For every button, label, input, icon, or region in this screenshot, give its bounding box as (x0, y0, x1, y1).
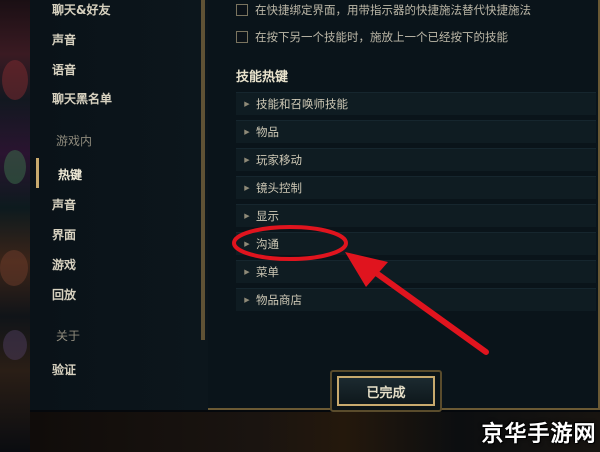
sidebar-item-hotkeys[interactable]: 热键 (58, 166, 82, 183)
hotkey-category-items[interactable]: ▶ 物品 (236, 120, 596, 143)
active-nav-indicator (36, 158, 39, 188)
hotkey-category-camera-control[interactable]: ▶ 镜头控制 (236, 176, 596, 199)
hotkey-category-display[interactable]: ▶ 显示 (236, 204, 596, 227)
option-cast-previous-ability[interactable]: 在按下另一个技能时，施放上一个已经按下的技能 (236, 29, 508, 45)
sidebar-item-sound[interactable]: 声音 (52, 31, 76, 48)
watermark-text: 京华手游网 (481, 422, 597, 447)
sidebar-item-game[interactable]: 游戏 (52, 256, 76, 273)
expand-arrow-icon: ▶ (244, 296, 250, 304)
option-label: 在按下另一个技能时，施放上一个已经按下的技能 (255, 30, 508, 44)
expand-arrow-icon: ▶ (244, 268, 250, 276)
hotkey-category-communication[interactable]: ▶ 沟通 (236, 232, 596, 255)
sidebar-item-replay[interactable]: 回放 (52, 286, 76, 303)
category-label: 物品商店 (256, 293, 302, 307)
sidebar-item-verification[interactable]: 验证 (52, 361, 76, 378)
option-quickcast-indicator[interactable]: 在快捷绑定界面，用带指示器的快捷施法替代快捷施法 (236, 2, 531, 18)
option-label: 在快捷绑定界面，用带指示器的快捷施法替代快捷施法 (255, 3, 531, 17)
sidebar-item-chat-blocklist[interactable]: 聊天黑名单 (52, 90, 112, 107)
expand-arrow-icon: ▶ (244, 184, 250, 192)
hotkey-category-item-shop[interactable]: ▶ 物品商店 (236, 288, 596, 311)
done-button[interactable]: 已完成 (337, 376, 435, 406)
hotkey-category-menu[interactable]: ▶ 菜单 (236, 260, 596, 283)
expand-arrow-icon: ▶ (244, 240, 250, 248)
category-label: 显示 (256, 209, 279, 223)
category-label: 技能和召唤师技能 (256, 97, 348, 111)
section-title-ability-hotkeys: 技能热键 (236, 70, 289, 85)
category-label: 玩家移动 (256, 153, 302, 167)
checkbox[interactable] (236, 4, 248, 16)
category-label: 物品 (256, 125, 279, 139)
sidebar-section-in-game: 游戏内 (56, 134, 93, 148)
sidebar-item-game-sound[interactable]: 声音 (52, 196, 76, 213)
expand-arrow-icon: ▶ (244, 212, 250, 220)
sidebar-item-interface[interactable]: 界面 (52, 226, 76, 243)
hotkey-category-abilities[interactable]: ▶ 技能和召唤师技能 (236, 92, 596, 115)
expand-arrow-icon: ▶ (244, 128, 250, 136)
checkbox[interactable] (236, 31, 248, 43)
category-label: 沟通 (256, 237, 279, 251)
watermark: 京华手游网 (478, 412, 600, 452)
expand-arrow-icon: ▶ (244, 156, 250, 164)
hotkey-category-player-movement[interactable]: ▶ 玩家移动 (236, 148, 596, 171)
sidebar-scrollbar[interactable] (201, 0, 205, 340)
background-champion-art (0, 0, 30, 452)
category-label: 镜头控制 (256, 181, 302, 195)
sidebar-item-chat-friends[interactable]: 聊天&好友 (52, 1, 110, 18)
category-label: 菜单 (256, 265, 279, 279)
expand-arrow-icon: ▶ (244, 100, 250, 108)
sidebar-item-voice[interactable]: 语音 (52, 61, 76, 78)
sidebar-section-about: 关于 (56, 329, 81, 343)
